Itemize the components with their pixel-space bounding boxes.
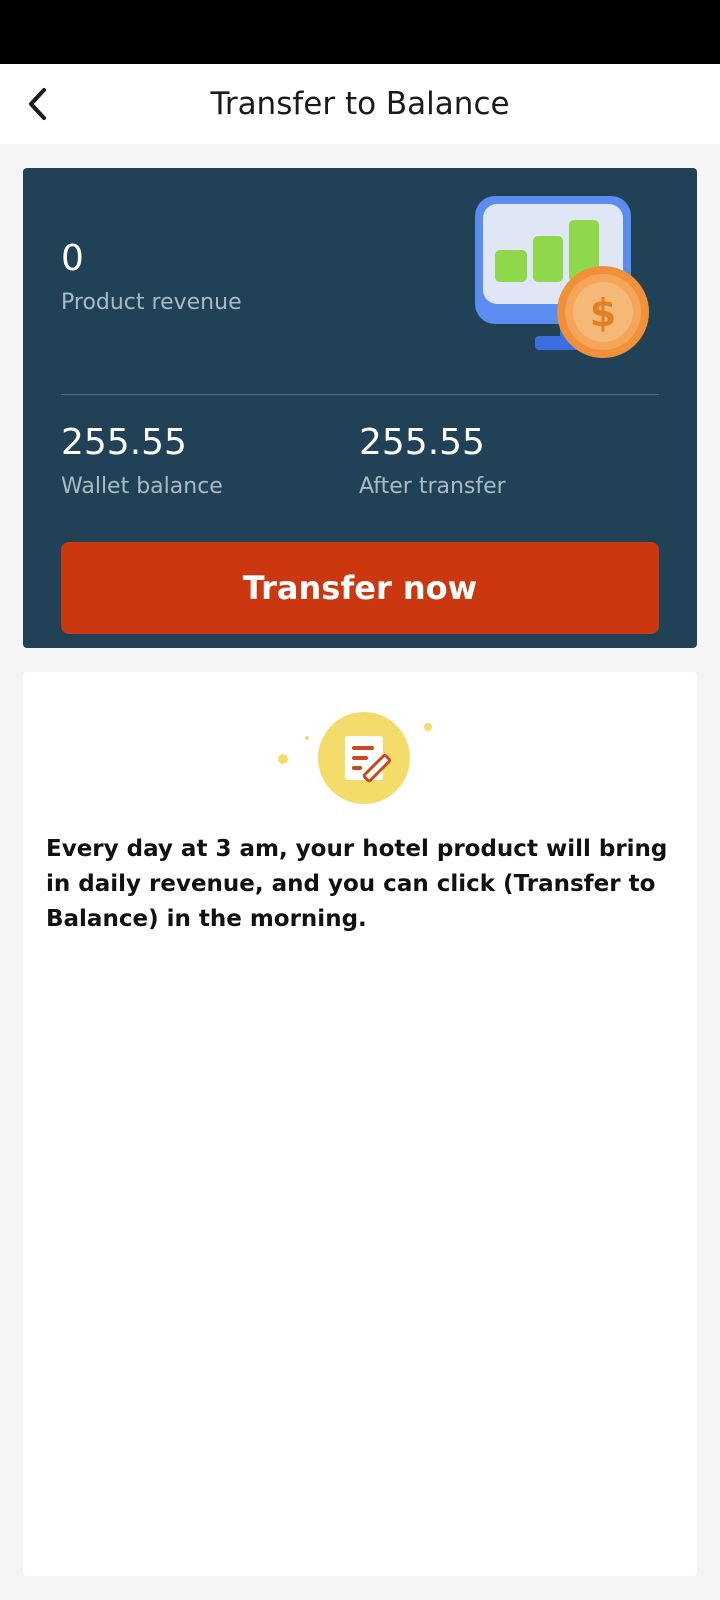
info-panel: Every day at 3 am, your hotel product wi… xyxy=(23,672,697,1576)
top-app-bar: Transfer to Balance xyxy=(0,64,720,144)
note-edit-icon xyxy=(278,712,432,804)
product-revenue-label: Product revenue xyxy=(61,290,242,315)
after-transfer-label: After transfer xyxy=(359,474,506,499)
back-button[interactable] xyxy=(14,80,62,128)
monitor-chart-coin-icon: $ xyxy=(475,196,649,358)
svg-text:$: $ xyxy=(590,291,616,335)
wallet-balance-value: 255.55 xyxy=(61,422,187,463)
product-revenue-value: 0 xyxy=(61,238,84,279)
revenue-summary-card: 0 Product revenue $ 255.55 Wallet balanc… xyxy=(23,168,697,648)
status-bar xyxy=(0,0,720,64)
transfer-now-button[interactable]: Transfer now xyxy=(61,542,659,634)
info-text: Every day at 3 am, your hotel product wi… xyxy=(46,836,668,932)
card-divider xyxy=(61,394,659,395)
after-transfer-value: 255.55 xyxy=(359,422,485,463)
page-title: Transfer to Balance xyxy=(210,86,510,122)
wallet-balance-label: Wallet balance xyxy=(61,474,223,499)
chevron-left-icon xyxy=(29,88,46,120)
